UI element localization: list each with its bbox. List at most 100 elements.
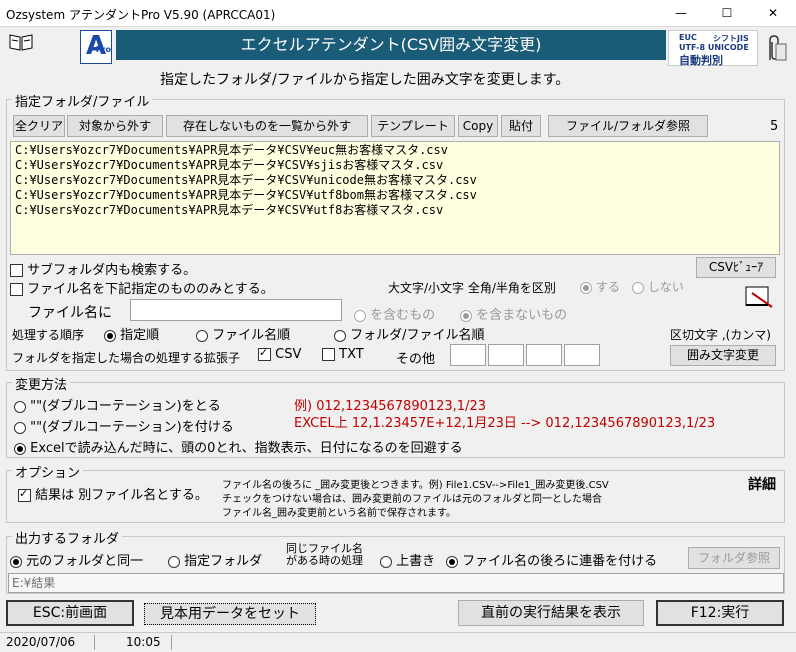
remove-target-button[interactable]: 対象から外す (67, 115, 163, 137)
method-add-quotes-radio[interactable] (14, 421, 26, 434)
output-same-folder-label: 元のフォルダと同一 (26, 554, 144, 569)
ext-other-input-2[interactable] (488, 344, 524, 366)
contains-option[interactable]: を含むもの (354, 304, 435, 323)
minimize-button[interactable]: — (658, 0, 704, 26)
result-separate-option[interactable]: 結果は 別ファイル名とする。 (18, 484, 208, 503)
last-result-button[interactable]: 直前の実行結果を表示 (458, 600, 644, 626)
method-excel-option[interactable]: Excelで読み込んだ時に、頭の0とれ、指数表示、日付になるのを回避する (14, 437, 463, 456)
case-sensitive-label: 大文字/小文字 全角/半角を区別 (388, 281, 556, 295)
template-button[interactable]: テンプレート (371, 115, 455, 137)
filename-label: ファイル名に (28, 305, 112, 321)
enc-utf8: UTF-8 UNICODE (679, 43, 749, 52)
case-no-radio[interactable] (632, 281, 644, 294)
output-section-legend: 出力するフォルダ (12, 528, 123, 547)
order-path-option[interactable]: フォルダ/ファイル名順 (334, 324, 485, 343)
list-item[interactable]: C:¥Users¥ozcr7¥Documents¥APR見本データ¥CSV¥eu… (15, 143, 775, 158)
file-count: 5 (770, 119, 779, 134)
case-no-option[interactable]: しない (632, 278, 684, 295)
output-specified-folder-radio[interactable] (168, 555, 180, 568)
list-item[interactable]: C:¥Users¥ozcr7¥Documents¥APR見本データ¥CSV¥ut… (15, 203, 775, 218)
logo-sub: Pro (95, 45, 111, 54)
method-remove-quotes-radio[interactable] (14, 400, 26, 413)
overwrite-label: 上書き (396, 554, 436, 569)
overwrite-radio[interactable] (380, 555, 392, 568)
output-specified-folder-option[interactable]: 指定フォルダ (168, 550, 262, 569)
clip-icon[interactable] (762, 34, 788, 64)
app-logo: A Pro (80, 30, 112, 64)
option-note-1: ファイル名の後ろに _囲み変更後とつきます。例) File1.CSV-->Fil… (222, 480, 609, 491)
order-specified-option[interactable]: 指定順 (104, 324, 159, 343)
status-bar: 2020/07/06 10:05 (0, 632, 796, 652)
title-bar: Ozsystem アテンダントPro V5.90 (APRCCA01) — ☐ … (0, 0, 796, 27)
run-button[interactable]: F12:実行 (656, 600, 784, 626)
book-icon[interactable] (8, 32, 34, 52)
status-time: 10:05 (96, 635, 172, 650)
subfolder-label: サブフォルダ内も検索する。 (27, 263, 197, 278)
clear-all-button[interactable]: 全クリア (13, 115, 65, 137)
case-yes-option[interactable]: する (580, 278, 620, 295)
change-enclosure-button[interactable]: 囲み文字変更 (670, 345, 776, 366)
remove-missing-button[interactable]: 存在しないものを一覧から外す (166, 115, 368, 137)
browse-file-folder-button[interactable]: ファイル/フォルダ参照 (548, 115, 708, 137)
subfolder-checkbox[interactable] (10, 264, 23, 277)
method-add-quotes-label: ""(ダブルコーテーション)を付ける (30, 420, 234, 435)
paste-button[interactable]: 貼付 (501, 115, 541, 137)
close-button[interactable]: ✕ (750, 0, 796, 26)
pencil-note-icon[interactable] (744, 283, 776, 309)
method-remove-quotes-label: ""(ダブルコーテーション)をとる (30, 399, 221, 414)
append-number-label: ファイル名の後ろに連番を付ける (462, 554, 658, 569)
csv-viewer-button[interactable]: CSVﾋﾞｭｰｱ (696, 257, 776, 278)
filename-filter-label: ファイル名を下記指定のもののみとする。 (27, 282, 274, 297)
filename-input[interactable] (130, 299, 342, 321)
subfolder-option[interactable]: サブフォルダ内も検索する。 (10, 259, 196, 278)
overwrite-option[interactable]: 上書き (380, 550, 435, 569)
encoding-badge: EUC シフトJIS UTF-8 UNICODE 自動判別 (668, 30, 758, 67)
ext-csv-option[interactable]: CSV (258, 346, 302, 362)
order-path-radio[interactable] (334, 329, 346, 342)
ext-txt-option[interactable]: TXT (322, 347, 364, 362)
not-contains-option[interactable]: を含まないもの (460, 304, 567, 323)
order-filename-option[interactable]: ファイル名順 (196, 324, 290, 343)
filename-filter-option[interactable]: ファイル名を下記指定のもののみとする。 (10, 278, 274, 297)
list-item[interactable]: C:¥Users¥ozcr7¥Documents¥APR見本データ¥CSV¥ut… (15, 188, 775, 203)
same-name-label: 同じファイル名 がある時の処理 (286, 543, 363, 567)
result-separate-checkbox[interactable] (18, 487, 31, 502)
ext-other-input-3[interactable] (526, 344, 562, 366)
method-remove-quotes-option[interactable]: ""(ダブルコーテーション)をとる (14, 395, 221, 414)
ext-txt-checkbox[interactable] (322, 348, 335, 361)
output-specified-folder-label: 指定フォルダ (184, 554, 263, 569)
enc-auto: 自動判別 (679, 54, 723, 67)
output-path-field[interactable]: E:¥結果 (8, 573, 784, 593)
append-number-radio[interactable] (446, 555, 458, 568)
method-add-quotes-option[interactable]: ""(ダブルコーテーション)を付ける (14, 416, 234, 435)
folder-browse-button[interactable]: フォルダ参照 (688, 547, 780, 569)
sample-data-button[interactable]: 見本用データをセット (144, 603, 316, 625)
order-filename-label: ファイル名順 (212, 328, 291, 343)
append-number-option[interactable]: ファイル名の後ろに連番を付ける (446, 550, 657, 569)
ext-other-input-1[interactable] (450, 344, 486, 366)
output-same-folder-option[interactable]: 元のフォルダと同一 (10, 550, 143, 569)
order-filename-radio[interactable] (196, 329, 208, 342)
copy-button[interactable]: Copy (458, 115, 498, 137)
ext-other-input-4[interactable] (564, 344, 600, 366)
ext-csv-label: CSV (275, 347, 302, 362)
page-subtitle: 指定したフォルダ/ファイルから指定した囲み文字を変更します。 (160, 72, 570, 88)
method-excel-radio[interactable] (14, 442, 26, 455)
ext-other-label: その他 (396, 352, 436, 367)
ext-csv-checkbox[interactable] (258, 346, 271, 361)
case-yes-radio[interactable] (580, 281, 592, 294)
maximize-button[interactable]: ☐ (704, 0, 750, 26)
option-note-3: ファイル名_囲み変更前という名前で保存されます。 (222, 508, 456, 519)
list-item[interactable]: C:¥Users¥ozcr7¥Documents¥APR見本データ¥CSV¥un… (15, 173, 775, 188)
not-contains-radio[interactable] (460, 309, 472, 322)
example-line-2: EXCEL上 12,1.23457E+12,1月23日 --> 012,1234… (294, 416, 716, 431)
detail-link[interactable]: 詳細 (748, 474, 776, 494)
file-list[interactable]: C:¥Users¥ozcr7¥Documents¥APR見本データ¥CSV¥eu… (10, 141, 780, 255)
contains-radio[interactable] (354, 309, 366, 322)
filename-filter-checkbox[interactable] (10, 283, 23, 296)
back-button[interactable]: ESC:前画面 (6, 600, 134, 626)
order-specified-radio[interactable] (104, 329, 116, 342)
list-item[interactable]: C:¥Users¥ozcr7¥Documents¥APR見本データ¥CSV¥sj… (15, 158, 775, 173)
same-name-label-2: がある時の処理 (286, 554, 363, 567)
output-same-folder-radio[interactable] (10, 555, 22, 568)
